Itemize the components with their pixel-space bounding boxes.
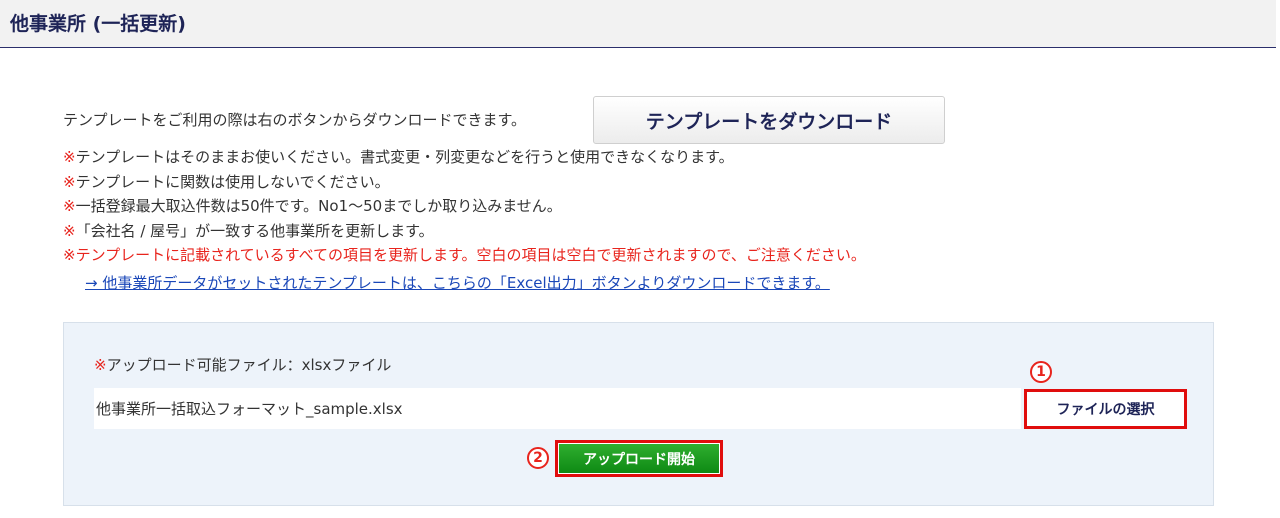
choose-file-button[interactable]: ファイルの選択 xyxy=(1024,389,1187,429)
template-intro-text: テンプレートをご利用の際は右のボタンからダウンロードできます。 xyxy=(63,111,527,129)
download-template-button[interactable]: テンプレートをダウンロード xyxy=(593,96,945,144)
page-header: 他事業所 (一括更新) xyxy=(0,0,1276,48)
notes-list: ※テンプレートはそのままお使いください。書式変更・列変更などを行うと使用できなく… xyxy=(63,145,866,268)
note-item: ※テンプレートはそのままお使いください。書式変更・列変更などを行うと使用できなく… xyxy=(63,148,734,166)
start-upload-label: アップロード開始 xyxy=(559,444,719,473)
upload-panel: ※アップロード可能ファイル：xlsxファイル 1 他事業所一括取込フォーマット_… xyxy=(63,322,1214,506)
page-title: 他事業所 (一括更新) xyxy=(10,13,186,35)
excel-output-link[interactable]: → 他事業所データがセットされたテンプレートは、こちらの「Excel出力」ボタン… xyxy=(85,272,830,293)
note-item: ※一括登録最大取込件数は50件です。No1～50までしか取り込みません。 xyxy=(63,197,562,215)
selected-file-field[interactable]: 他事業所一括取込フォーマット_sample.xlsx xyxy=(94,388,1021,429)
step-1-badge: 1 xyxy=(1030,361,1052,383)
note-item: ※「会社名 / 屋号」が一致する他事業所を更新します。 xyxy=(63,221,434,240)
start-upload-button[interactable]: アップロード開始 xyxy=(555,440,723,477)
update-warning: ※テンプレートに記載されているすべての項目を更新します。空白の項目は空白で更新さ… xyxy=(63,246,866,264)
upload-file-type-note: ※アップロード可能ファイル：xlsxファイル xyxy=(94,356,392,374)
note-item: ※テンプレートに関数は使用しないでください。 xyxy=(63,172,390,191)
step-2-badge: 2 xyxy=(527,447,549,469)
